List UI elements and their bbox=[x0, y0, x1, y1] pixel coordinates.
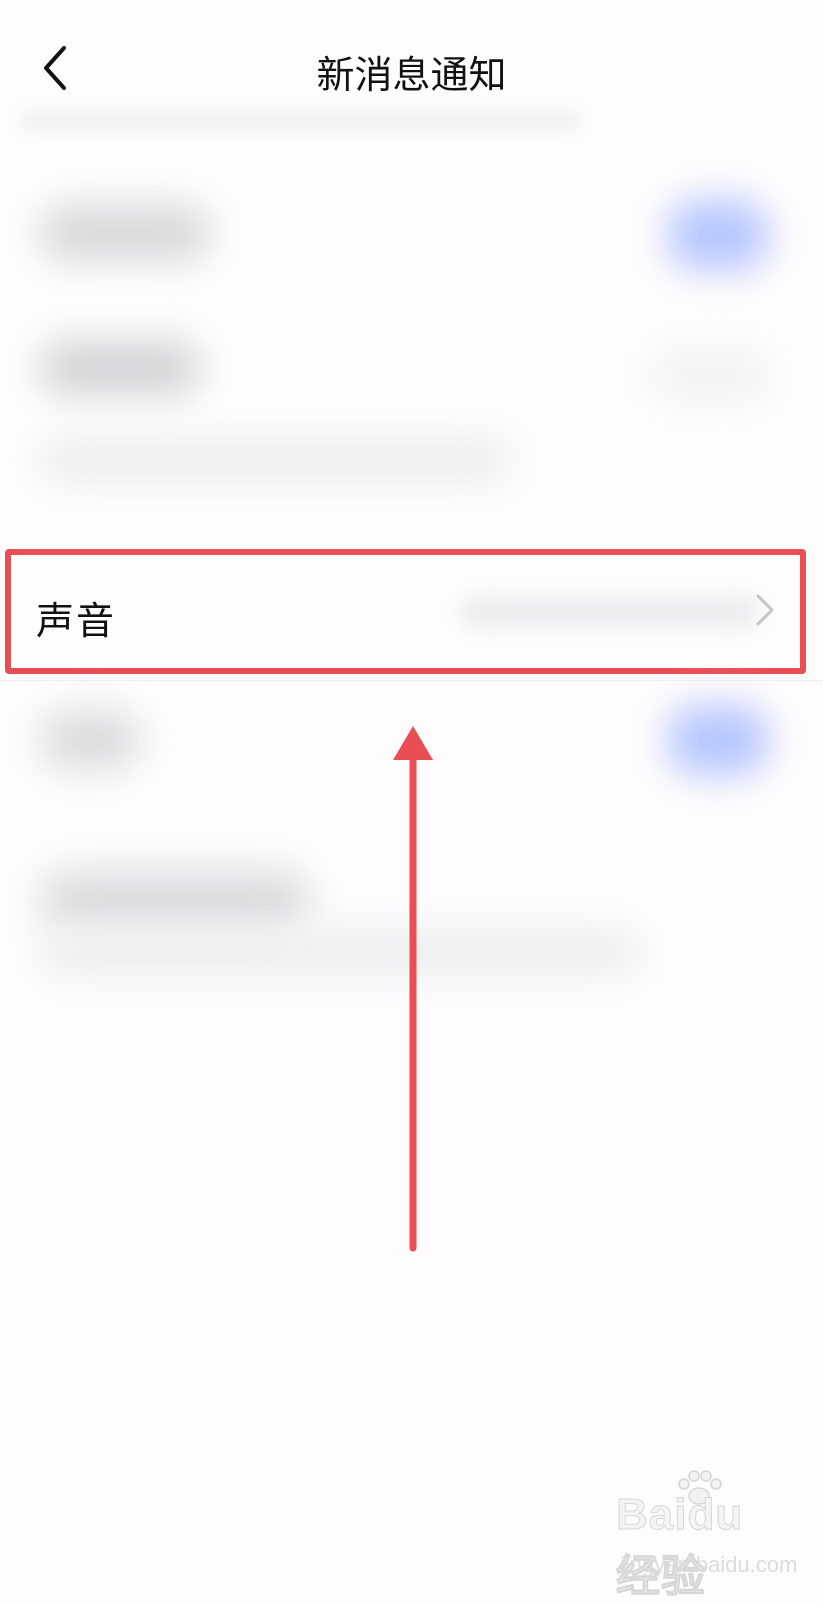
row-divider bbox=[0, 680, 823, 681]
blurred-row-description bbox=[40, 440, 510, 480]
watermark-logo: Baidu经验 bbox=[616, 1490, 744, 1602]
blurred-toggle[interactable] bbox=[668, 200, 768, 270]
nav-bar: 新消息通知 bbox=[0, 0, 823, 130]
blurred-row-description bbox=[40, 930, 640, 974]
watermark: Baidu经验 jingyan.baidu.com bbox=[616, 1468, 797, 1602]
nav-divider bbox=[20, 112, 580, 130]
blurred-row-label bbox=[40, 340, 200, 396]
blurred-sound-value bbox=[460, 596, 760, 628]
blurred-row-value bbox=[650, 350, 770, 400]
chevron-right-icon bbox=[756, 594, 774, 626]
page-title: 新消息通知 bbox=[316, 53, 507, 97]
annotation-arrow bbox=[393, 726, 433, 1252]
blurred-row-label bbox=[40, 870, 310, 930]
watermark-url: jingyan.baidu.com bbox=[620, 1552, 798, 1577]
blurred-row-label bbox=[40, 710, 140, 770]
blurred-toggle[interactable] bbox=[668, 705, 768, 775]
blurred-row-label bbox=[40, 205, 210, 261]
sound-setting-row[interactable]: 声音 bbox=[0, 550, 823, 670]
sound-label: 声音 bbox=[36, 599, 117, 643]
